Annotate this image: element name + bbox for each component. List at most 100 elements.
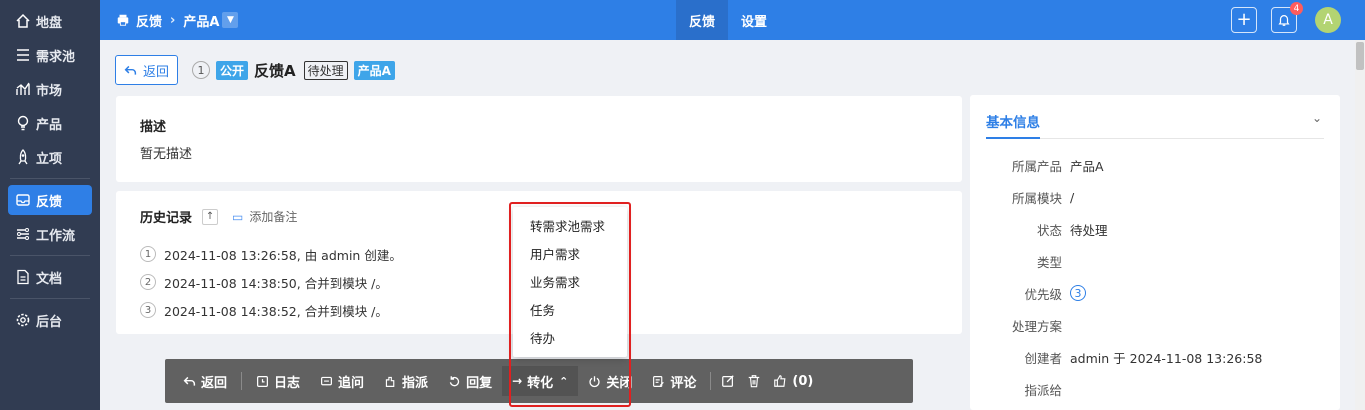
breadcrumb-root[interactable]: 反馈 bbox=[136, 11, 162, 30]
info-row-resolution: 处理方案 bbox=[986, 309, 1324, 341]
hand-icon bbox=[384, 375, 397, 388]
sort-arrow-up-icon[interactable]: ↑ bbox=[202, 208, 219, 225]
chevron-down-icon[interactable]: ⌄ bbox=[1312, 111, 1322, 125]
like-count: (0) bbox=[792, 373, 814, 389]
description-text: 暂无描述 bbox=[140, 147, 193, 162]
history-entry-number: 3 bbox=[140, 302, 156, 318]
info-row-status: 状态 待处理 bbox=[986, 213, 1324, 245]
sidebar-item-label: 反馈 bbox=[36, 194, 63, 210]
sidebar-item-home[interactable]: 地盘 bbox=[8, 6, 92, 36]
avatar[interactable]: A bbox=[1315, 7, 1341, 33]
bell-icon bbox=[1277, 13, 1291, 27]
history-entry-number: 2 bbox=[140, 274, 156, 290]
back-button[interactable]: 返回 bbox=[115, 55, 179, 85]
bulb-icon bbox=[14, 114, 32, 132]
reply-button[interactable]: 回复 bbox=[438, 366, 502, 396]
tab-settings[interactable]: 设置 bbox=[728, 0, 780, 40]
nav-tabs: 反馈 设置 bbox=[676, 0, 780, 40]
sidebar-item-docs[interactable]: 文档 bbox=[8, 262, 92, 292]
info-key: 创建者 bbox=[1024, 350, 1062, 366]
info-row-creator: 创建者 admin 于 2024-11-08 13:26:58 bbox=[986, 341, 1324, 373]
notification-badge: 4 bbox=[1290, 2, 1303, 15]
convert-label: 转化 bbox=[527, 375, 554, 391]
rocket-icon bbox=[14, 148, 32, 166]
info-row-product: 所属产品 产品A bbox=[986, 149, 1324, 181]
menu-item-to-pool-requirement[interactable]: 转需求池需求 bbox=[513, 213, 627, 241]
convert-button[interactable]: → 转化 ⌃ bbox=[502, 366, 579, 396]
breadcrumb: 反馈 › 产品A ▼ bbox=[116, 0, 239, 40]
tab-feedback[interactable]: 反馈 bbox=[676, 0, 729, 40]
info-key: 指派给 bbox=[1024, 382, 1062, 398]
back-arrow-icon bbox=[124, 64, 137, 77]
doc-icon bbox=[14, 268, 32, 286]
list-icon bbox=[14, 46, 32, 64]
like-button[interactable]: (0) bbox=[767, 366, 819, 396]
delete-button[interactable] bbox=[741, 366, 767, 396]
power-icon bbox=[588, 375, 601, 388]
log-label: 日志 bbox=[274, 375, 301, 391]
sidebar-item-admin[interactable]: 后台 bbox=[8, 305, 92, 335]
sidebar-divider bbox=[10, 298, 90, 299]
tab-basic-info[interactable]: 基本信息 bbox=[986, 111, 1040, 139]
menu-item-business-requirement[interactable]: 业务需求 bbox=[513, 269, 627, 297]
reply-label: 回复 bbox=[466, 375, 493, 391]
menu-item-todo[interactable]: 待办 bbox=[513, 325, 627, 353]
history-entry-text: 2024-11-08 14:38:50, 合并到模块 /。 bbox=[164, 275, 388, 291]
chevron-up-icon: ⌃ bbox=[559, 374, 569, 388]
info-key: 所属产品 bbox=[1011, 158, 1062, 174]
notification-button[interactable]: 4 bbox=[1271, 2, 1303, 33]
sidebar-divider bbox=[10, 255, 90, 256]
sidebar-item-workflow[interactable]: 工作流 bbox=[8, 219, 92, 249]
home-icon bbox=[14, 12, 32, 30]
feedback-index: 1 bbox=[192, 61, 211, 79]
back-arrow-icon bbox=[183, 375, 196, 388]
assign-button[interactable]: 指派 bbox=[374, 366, 438, 396]
menu-item-user-requirement[interactable]: 用户需求 bbox=[513, 241, 627, 269]
sidebar-item-feedback[interactable]: 反馈 bbox=[8, 185, 92, 215]
ask-button[interactable]: 追问 bbox=[310, 366, 374, 396]
workflow-icon bbox=[14, 225, 32, 243]
top-bar: 反馈 › 产品A ▼ 反馈 设置 + 4 A bbox=[100, 0, 1365, 40]
printer-icon bbox=[116, 13, 130, 27]
add-button[interactable]: + bbox=[1231, 7, 1257, 33]
action-toolbar: 返回 日志 追问 指派 回复 → 转化 ⌃ 关闭 评论 (0) bbox=[165, 359, 913, 403]
add-note-button[interactable]: ▭ 添加备注 bbox=[232, 208, 297, 225]
chevron-down-icon[interactable]: ▼ bbox=[222, 12, 239, 28]
edit-icon bbox=[721, 374, 735, 388]
public-tag: 公开 bbox=[216, 60, 249, 80]
edit-doc-icon bbox=[652, 375, 665, 388]
info-row-type: 类型 bbox=[986, 245, 1324, 277]
sidebar-item-requirement-pool[interactable]: 需求池 bbox=[8, 40, 92, 70]
feedback-header: 返回 1 公开 反馈A 待处理 产品A bbox=[115, 55, 401, 85]
scrollbar-track[interactable] bbox=[1355, 40, 1365, 410]
breadcrumb-product[interactable]: 产品A bbox=[183, 11, 219, 30]
menu-item-task[interactable]: 任务 bbox=[513, 297, 627, 325]
arrow-right-icon: → bbox=[512, 374, 523, 388]
back-button[interactable]: 返回 bbox=[173, 366, 237, 396]
info-key: 类型 bbox=[1036, 254, 1062, 270]
info-row-module: 所属模块 / bbox=[986, 181, 1324, 213]
comment-button[interactable]: 评论 bbox=[642, 366, 706, 396]
info-key: 状态 bbox=[1036, 222, 1062, 238]
sidebar-item-market[interactable]: 市场 bbox=[8, 74, 92, 104]
clock-icon bbox=[256, 375, 269, 388]
history-entry-text: 2024-11-08 14:38:52, 合并到模块 /。 bbox=[164, 303, 388, 319]
message-icon bbox=[320, 375, 333, 388]
description-heading: 描述 bbox=[140, 120, 167, 135]
back-label: 返回 bbox=[143, 64, 170, 80]
sidebar-item-product[interactable]: 产品 bbox=[8, 108, 92, 138]
product-tag: 产品A bbox=[353, 60, 395, 80]
edit-button[interactable] bbox=[715, 366, 741, 396]
sidebar-item-label: 文档 bbox=[36, 271, 63, 287]
trash-icon bbox=[747, 374, 761, 388]
close-button[interactable]: 关闭 bbox=[578, 366, 642, 396]
log-button[interactable]: 日志 bbox=[246, 366, 310, 396]
gear-icon bbox=[14, 311, 32, 329]
info-key: 优先级 bbox=[1024, 286, 1062, 302]
history-entry-number: 1 bbox=[140, 246, 156, 262]
sidebar-item-project[interactable]: 立项 bbox=[8, 142, 92, 172]
info-value: / bbox=[1070, 189, 1075, 205]
description-panel: 描述 暂无描述 bbox=[116, 96, 962, 182]
scrollbar-thumb[interactable] bbox=[1356, 42, 1364, 70]
history-heading: 历史记录 bbox=[140, 211, 193, 226]
